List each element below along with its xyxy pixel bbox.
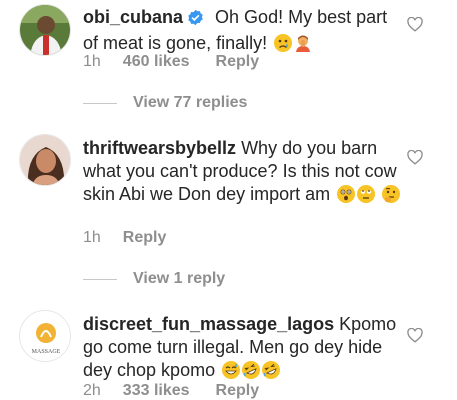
username[interactable]: discreet_fun_massage_lagos bbox=[83, 314, 334, 334]
rolling-laughing-emoji bbox=[239, 358, 264, 382]
eye-roll-emoji bbox=[357, 185, 376, 203]
thread-divider bbox=[83, 278, 117, 280]
grinning-sweat-emoji bbox=[222, 361, 241, 379]
view-replies-label: View 77 replies bbox=[133, 94, 248, 111]
comment-meta: 1h 460 likes Reply bbox=[83, 53, 285, 71]
person-facepalming-emoji bbox=[294, 34, 312, 52]
likes-count[interactable]: 460 likes bbox=[123, 53, 190, 70]
comment-body: thriftwearsbybellz Why do you barn what … bbox=[83, 137, 401, 206]
comment-meta: 1h Reply bbox=[83, 229, 192, 247]
view-replies-label: View 1 reply bbox=[133, 270, 226, 287]
thinking-face-emoji bbox=[382, 185, 401, 203]
comment-meta: 2h 333 likes Reply bbox=[83, 382, 285, 400]
reply-button[interactable]: Reply bbox=[216, 382, 260, 399]
comment-time: 1h bbox=[83, 229, 101, 246]
username[interactable]: thriftwearsbybellz bbox=[83, 138, 236, 158]
avatar[interactable] bbox=[19, 134, 71, 186]
avatar-photo-icon bbox=[20, 5, 70, 55]
reply-button[interactable]: Reply bbox=[123, 229, 167, 246]
reply-button[interactable]: Reply bbox=[216, 53, 260, 70]
avatar-logo-text: MASSAGE bbox=[32, 349, 61, 355]
sad-face-emoji bbox=[274, 34, 293, 52]
astonished-face-emoji bbox=[337, 185, 356, 203]
view-replies-button[interactable]: View 1 reply bbox=[83, 270, 225, 288]
username[interactable]: obi_cubana bbox=[83, 7, 183, 27]
likes-count[interactable]: 333 likes bbox=[123, 382, 190, 399]
like-heart-icon[interactable] bbox=[407, 149, 423, 170]
comment-body: obi_cubana Oh God! My best part of meat … bbox=[83, 6, 401, 55]
like-heart-icon[interactable] bbox=[407, 16, 423, 37]
rolling-laughing-emoji bbox=[259, 358, 284, 382]
avatar-photo-icon bbox=[20, 135, 70, 185]
like-heart-icon[interactable] bbox=[407, 327, 423, 348]
avatar-logo-icon: MASSAGE bbox=[20, 311, 70, 361]
avatar[interactable]: MASSAGE bbox=[19, 310, 71, 362]
view-replies-button[interactable]: View 77 replies bbox=[83, 94, 247, 112]
comment-body: discreet_fun_massage_lagos Kpomo go come… bbox=[83, 313, 401, 382]
avatar[interactable] bbox=[19, 4, 71, 56]
comment-time: 1h bbox=[83, 53, 101, 70]
verified-badge-icon bbox=[187, 9, 204, 32]
comments-panel: obi_cubana Oh God! My best part of meat … bbox=[0, 0, 457, 400]
thread-divider bbox=[83, 102, 117, 104]
comment-time: 2h bbox=[83, 382, 101, 399]
